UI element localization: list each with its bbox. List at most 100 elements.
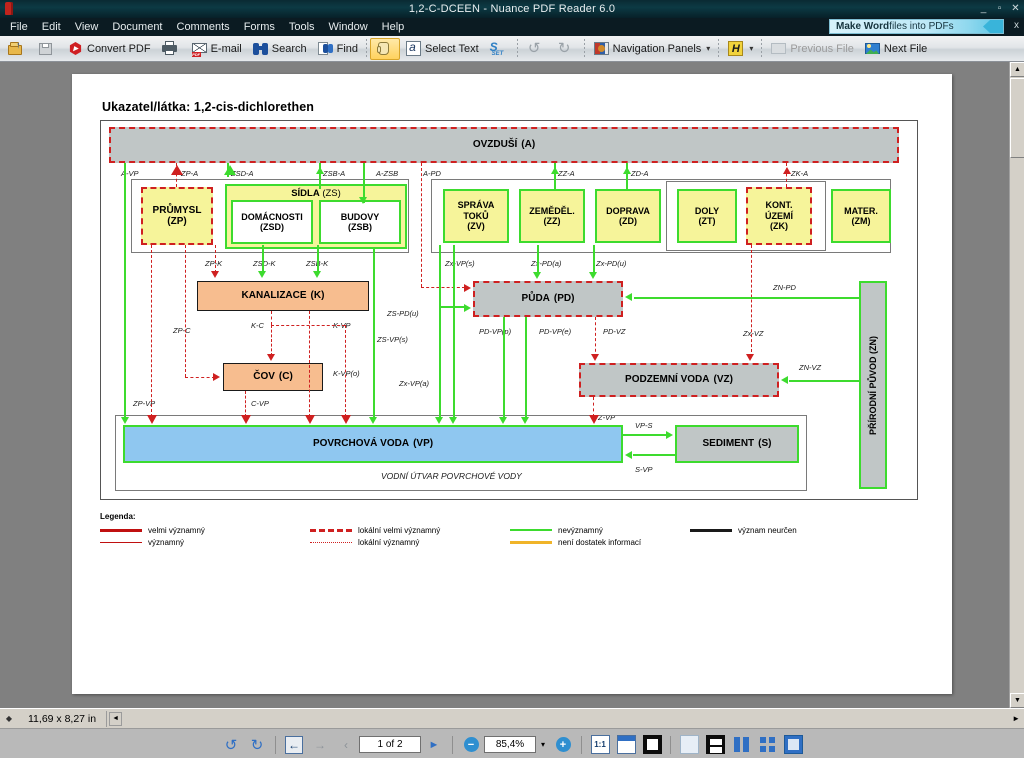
- legend-item: není dostatek informací: [510, 536, 690, 548]
- single-page-button[interactable]: [679, 735, 699, 754]
- ad-close-icon[interactable]: x: [1014, 20, 1019, 31]
- box-air-code: (A): [521, 139, 536, 151]
- hand-tool-button[interactable]: [370, 37, 401, 60]
- chevron-down-icon[interactable]: ▾: [749, 44, 753, 53]
- menu-comments[interactable]: Comments: [177, 21, 230, 33]
- window-title: 1,2-C-DCEEN - Nuance PDF Reader 6.0: [408, 3, 616, 15]
- save-button[interactable]: [32, 38, 62, 60]
- continuous-page-button[interactable]: [705, 735, 725, 754]
- menu-tools[interactable]: Tools: [289, 21, 315, 33]
- document-viewport[interactable]: Ukazatel/látka: 1,2-cis-dichlorethen OVZ…: [0, 62, 1024, 708]
- page-number-input[interactable]: 1 of 2: [359, 736, 421, 753]
- scroll-down-button[interactable]: ▼: [1010, 693, 1024, 708]
- box-mater: MATER. (ZM): [831, 189, 891, 243]
- menu-bar: File Edit View Document Comments Forms T…: [0, 18, 1024, 36]
- flow-label-zx-vz: Zx-VZ: [743, 329, 764, 338]
- box-kanalizace-label: KANALIZACE: [241, 290, 307, 302]
- line-a-pd-h: [421, 287, 465, 288]
- scrollbar-thumb[interactable]: [1010, 78, 1024, 158]
- email-button[interactable]: PDF E-mail: [186, 38, 247, 60]
- box-doprava-label: DOPRAVA: [606, 205, 650, 216]
- email-label: E-mail: [210, 42, 242, 55]
- maximize-button[interactable]: ▫: [994, 4, 1005, 14]
- first-page-button[interactable]: ←: [285, 735, 303, 754]
- menu-edit[interactable]: Edit: [42, 21, 61, 33]
- fullscreen-button[interactable]: [783, 735, 803, 754]
- arrow-pd-vpp-icon: [499, 417, 507, 424]
- zoom-in-button[interactable]: +: [555, 737, 571, 752]
- window-controls: _ ▫ ✕: [978, 4, 1021, 14]
- flow-label-k-vpo: K-VP(o): [333, 369, 360, 378]
- prev-page-chevron[interactable]: ‹: [335, 734, 357, 756]
- select-text-button[interactable]: a Select Text: [400, 38, 484, 60]
- search-button[interactable]: Search: [247, 38, 312, 60]
- next-file-icon: [864, 40, 881, 57]
- rotate-cw-button[interactable]: ↻: [246, 734, 268, 756]
- redo-button[interactable]: ↻: [551, 38, 581, 60]
- fit-width-button[interactable]: [616, 735, 636, 754]
- zoom-level-input[interactable]: 85,4%: [484, 736, 536, 753]
- print-button[interactable]: [156, 38, 186, 60]
- navigation-panels-button[interactable]: Navigation Panels ▾: [588, 38, 716, 60]
- arrow-a-vp-icon: [121, 417, 129, 424]
- line-zs-vps: [373, 249, 375, 417]
- menu-file[interactable]: File: [10, 21, 28, 33]
- scroll-up-button[interactable]: ▲: [1010, 62, 1024, 77]
- flow-label-a-zsb: A-ZSB: [376, 169, 399, 178]
- line-zsb-a: [319, 163, 321, 189]
- rotate-ccw-button[interactable]: ↺: [220, 734, 242, 756]
- arrow-k-vpo-icon: [341, 415, 351, 424]
- box-prirodni-puvod: PŘÍRODNÍ PŮVOD (ZN): [859, 281, 887, 489]
- ad-banner[interactable]: Make Word files into PDFs: [829, 19, 1004, 34]
- line-zk-a: [786, 163, 787, 187]
- open-button[interactable]: ↑: [2, 38, 32, 60]
- vertical-scrollbar[interactable]: ▲ ▼: [1009, 62, 1024, 708]
- minimize-button[interactable]: _: [978, 4, 989, 14]
- arrow-s-vp-icon: [625, 451, 632, 459]
- undo-button[interactable]: ↺: [521, 38, 551, 60]
- highlight-button[interactable]: H ▾: [722, 38, 758, 60]
- find-button[interactable]: Find: [312, 38, 363, 60]
- flow-label-pd-vpe: PD-VP(e): [539, 327, 572, 336]
- box-doprava-code: (ZD): [619, 216, 637, 226]
- actual-size-button[interactable]: 1:1: [590, 735, 610, 754]
- line-k-vp: [309, 311, 310, 417]
- previous-file-button[interactable]: Previous File: [765, 38, 859, 60]
- menu-view[interactable]: View: [75, 21, 99, 33]
- menu-window[interactable]: Window: [329, 21, 368, 33]
- chevron-down-icon[interactable]: ▾: [706, 44, 710, 53]
- menu-forms[interactable]: Forms: [244, 21, 275, 33]
- next-file-label: Next File: [883, 42, 928, 55]
- page-size-label: 11,69 x 8,27 in: [28, 712, 97, 725]
- line-zz-a: [554, 163, 556, 189]
- legend-item: významný: [100, 536, 310, 548]
- last-page-button[interactable]: →: [311, 736, 329, 754]
- facing-pages-button[interactable]: [732, 735, 751, 754]
- resize-grip-icon[interactable]: ◆: [2, 712, 16, 726]
- flow-label-zp-a: ZP-A: [181, 169, 199, 178]
- next-file-button[interactable]: Next File: [859, 38, 932, 60]
- grid-view-button[interactable]: [758, 735, 777, 754]
- zoom-dropdown-icon[interactable]: ▾: [538, 734, 548, 756]
- convert-pdf-button[interactable]: ▸ Convert PDF: [62, 38, 156, 60]
- box-budovy: BUDOVY (ZSB): [319, 200, 401, 244]
- box-povrchova-voda-label: POVRCHOVÁ VODA: [312, 438, 410, 450]
- toolbar-separator: [516, 38, 518, 59]
- close-button[interactable]: ✕: [1010, 4, 1021, 14]
- box-air: OVZDUŠÍ (A): [109, 127, 899, 163]
- next-page-chevron[interactable]: ►: [423, 734, 445, 756]
- zoom-out-button[interactable]: −: [463, 737, 479, 752]
- menu-help[interactable]: Help: [382, 21, 405, 33]
- set-tool-button[interactable]: S SET: [484, 38, 514, 60]
- hscroll-left-button[interactable]: ◄: [109, 711, 123, 726]
- fit-page-button[interactable]: [642, 735, 662, 754]
- arrow-vz-vp-icon: [589, 415, 599, 424]
- hscroll-right-button[interactable]: ►: [1012, 714, 1020, 723]
- ad-banner-rest: files into PDFs: [889, 21, 954, 32]
- menu-document[interactable]: Document: [112, 21, 162, 33]
- box-kanalizace: KANALIZACE (K): [197, 281, 369, 311]
- line-zsd-k: [262, 245, 264, 273]
- legend-swatch-nevyznamny: [510, 529, 552, 531]
- legend-swatch-vyznamny: [100, 541, 142, 543]
- box-puda: PŮDA (PD): [473, 281, 623, 317]
